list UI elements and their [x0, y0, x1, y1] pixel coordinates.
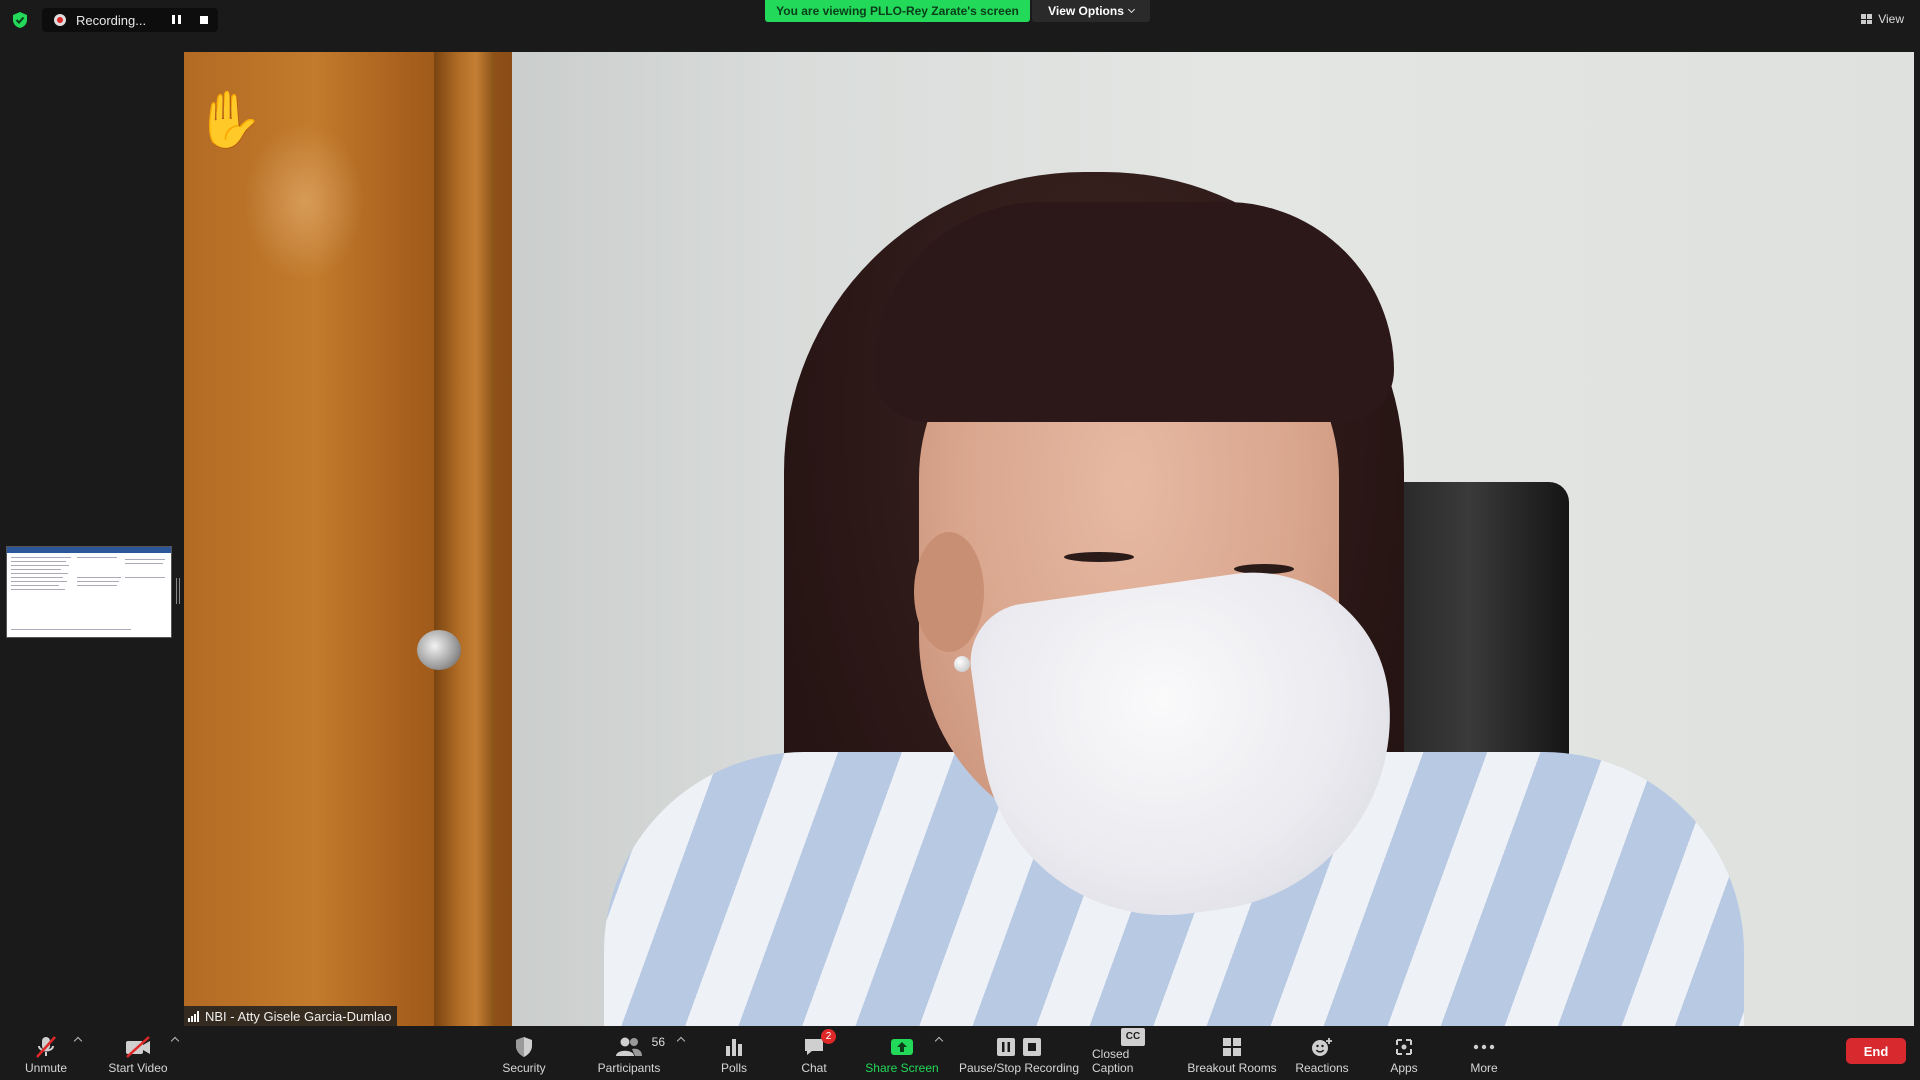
start-video-button[interactable]: Start Video: [104, 1026, 172, 1080]
polls-button[interactable]: Polls: [714, 1026, 754, 1080]
breakout-rooms-button[interactable]: Breakout Rooms: [1186, 1026, 1278, 1080]
closed-caption-button[interactable]: CC Closed Caption: [1092, 1026, 1174, 1080]
unmute-label: Unmute: [24, 1061, 68, 1075]
video-options-caret-icon[interactable]: [170, 1036, 180, 1046]
breakout-rooms-grid-icon: [1223, 1038, 1241, 1056]
signal-strength-icon: [188, 1010, 199, 1022]
breakout-rooms-label: Breakout Rooms: [1187, 1061, 1277, 1075]
start-video-label: Start Video: [108, 1061, 168, 1075]
participants-icon: [616, 1037, 642, 1056]
door-knob: [417, 630, 461, 670]
share-screen-arrow-icon: [891, 1039, 913, 1055]
security-label: Security: [502, 1061, 546, 1075]
recording-dot-icon: [54, 14, 66, 26]
pause-recording-icon[interactable]: [172, 15, 182, 25]
grid-icon: [1861, 14, 1873, 24]
recording-label: Recording...: [76, 12, 147, 28]
polls-label: Polls: [720, 1061, 747, 1075]
pause-stop-recording-button[interactable]: Pause/Stop Recording: [958, 1026, 1080, 1080]
closed-caption-label: Closed Caption: [1092, 1047, 1134, 1075]
participants-count: 56: [651, 1035, 665, 1049]
more-dots-icon: [1473, 1044, 1495, 1050]
polls-chart-icon: [726, 1039, 742, 1056]
pause-stop-recording-label: Pause/Stop Recording: [958, 1061, 1080, 1075]
chevron-down-icon: [1127, 5, 1135, 14]
apps-button[interactable]: Apps: [1384, 1026, 1424, 1080]
more-label: More: [1470, 1061, 1498, 1075]
pause-icon: [997, 1038, 1015, 1056]
meeting-top-bar: Recording... You are viewing PLLO-Rey Za…: [0, 0, 1920, 52]
stop-recording-icon[interactable]: [200, 16, 208, 24]
participants-label: Participants: [597, 1061, 661, 1075]
apps-label: Apps: [1390, 1061, 1418, 1075]
participant-name: NBI - Atty Gisele Garcia-Dumlao: [205, 1008, 392, 1024]
shared-screen-panel: [0, 52, 184, 1026]
share-screen-button[interactable]: Share Screen: [862, 1026, 942, 1080]
share-screen-label: Share Screen: [865, 1061, 939, 1075]
view-options-button[interactable]: View Options: [1032, 0, 1150, 22]
security-shield-icon: [516, 1037, 532, 1057]
active-speaker-video: ✋ NBI - Atty Gisele Garcia-Dumlao: [184, 52, 1914, 1026]
participants-options-caret-icon[interactable]: [676, 1036, 686, 1046]
video-camera-off-icon: [126, 1036, 150, 1058]
security-button[interactable]: Security: [494, 1026, 554, 1080]
view-label: View: [1878, 12, 1904, 26]
chat-label: Chat: [801, 1061, 827, 1075]
end-meeting-button[interactable]: End: [1846, 1038, 1906, 1064]
view-button[interactable]: View: [1861, 12, 1904, 26]
shield-check-icon[interactable]: [10, 10, 30, 30]
participant-name-tag: NBI - Atty Gisele Garcia-Dumlao: [184, 1006, 398, 1026]
chat-unread-badge: 2: [821, 1029, 836, 1044]
apps-icon: [1396, 1039, 1412, 1055]
participants-button[interactable]: 56 Participants: [594, 1026, 665, 1080]
meeting-toolbar: Unmute Start Video Security 56 Participa…: [0, 1026, 1920, 1080]
reactions-button[interactable]: Reactions: [1292, 1026, 1352, 1080]
view-options-label: View Options: [1048, 4, 1124, 18]
unmute-button[interactable]: Unmute: [14, 1026, 78, 1080]
panel-resize-handle[interactable]: [176, 578, 180, 604]
recording-indicator: Recording...: [42, 8, 218, 32]
chat-button[interactable]: 2 Chat: [794, 1026, 836, 1080]
stop-icon: [1023, 1038, 1041, 1056]
more-button[interactable]: More: [1464, 1026, 1504, 1080]
raised-hand-icon: ✋: [194, 88, 264, 151]
shared-screen-thumbnail[interactable]: [6, 546, 172, 638]
viewing-screen-banner: You are viewing PLLO-Rey Zarate's screen: [765, 0, 1030, 22]
closed-caption-icon: CC: [1121, 1027, 1145, 1046]
reactions-label: Reactions: [1295, 1061, 1349, 1075]
microphone-muted-icon: [36, 1036, 56, 1058]
reactions-smiley-icon: [1312, 1038, 1332, 1056]
